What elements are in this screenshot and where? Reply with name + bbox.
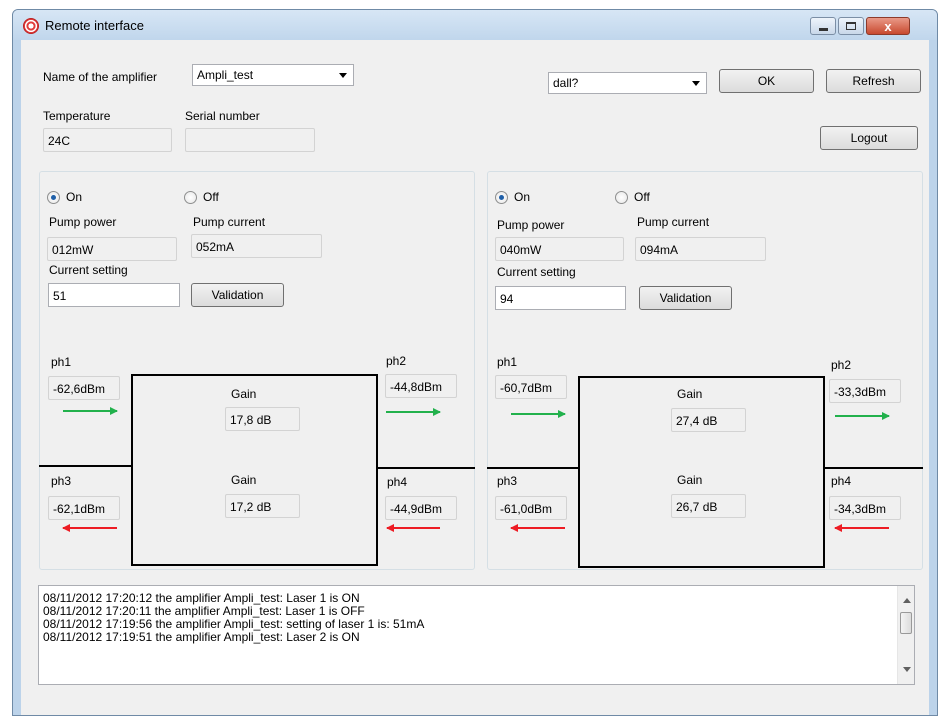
panel2-ph2-label: ph2	[831, 358, 852, 372]
app-window: Remote interface x Name of the amplifier…	[12, 9, 938, 716]
panel1-ph3-field: -62,1dBm	[48, 496, 120, 520]
close-icon: x	[884, 18, 892, 34]
panel1-ph3-label: ph3	[51, 474, 72, 488]
event-log-lines: 08/11/2012 17:20:12 the amplifier Ampli_…	[39, 586, 914, 644]
title-bar[interactable]: Remote interface x	[13, 10, 937, 40]
panel2-gain1-label: Gain	[677, 387, 703, 401]
scroll-thumb[interactable]	[900, 612, 912, 634]
event-log-scrollbar[interactable]	[897, 586, 914, 684]
panel1-ph2-field: -44,8dBm	[385, 374, 457, 398]
panel2-ph4-field: -34,3dBm	[829, 496, 901, 520]
panel2-ph3-label: ph3	[497, 474, 518, 488]
panel2-gain2-field: 26,7 dB	[671, 494, 746, 518]
minimize-icon	[818, 27, 828, 31]
panel2-ph3-field: -61,0dBm	[495, 496, 567, 520]
panel2-gain1-field: 27,4 dB	[671, 408, 746, 432]
panel1-amplifier-block	[131, 374, 378, 566]
panel2-ph1-field: -60,7dBm	[495, 375, 567, 399]
panel1-ph1-field: -62,6dBm	[48, 376, 120, 400]
panel2-gain2-label: Gain	[677, 473, 703, 487]
panel2-ph4-label: ph4	[831, 474, 852, 488]
scroll-up-icon[interactable]	[903, 598, 911, 603]
panel2-ph2-field: -33,3dBm	[829, 379, 901, 403]
panel1-ph4-label: ph4	[387, 475, 408, 489]
client-area: Name of the amplifier Ampli_test dall? O…	[21, 40, 929, 715]
log-line: 08/11/2012 17:19:51 the amplifier Ampli_…	[43, 630, 360, 644]
panel1-gain1-label: Gain	[231, 387, 257, 401]
panel1-gain2-label: Gain	[231, 473, 257, 487]
panel2-amplifier-block	[578, 376, 825, 568]
panel1-ph1-label: ph1	[51, 355, 72, 369]
panel1-gain1-field: 17,8 dB	[225, 407, 300, 431]
maximize-button[interactable]	[838, 17, 864, 35]
panel1-ph4-field: -44,9dBm	[385, 496, 457, 520]
scroll-down-icon[interactable]	[903, 667, 911, 672]
close-button[interactable]: x	[866, 17, 910, 35]
event-log[interactable]: 08/11/2012 17:20:12 the amplifier Ampli_…	[38, 585, 915, 685]
panel2-ph1-label: ph1	[497, 355, 518, 369]
panel1-gain2-field: 17,2 dB	[225, 494, 300, 518]
panel1-ph2-label: ph2	[386, 354, 407, 368]
maximize-icon	[846, 22, 856, 30]
window-title: Remote interface	[45, 18, 144, 33]
app-target-icon	[23, 18, 39, 34]
minimize-button[interactable]	[810, 17, 836, 35]
